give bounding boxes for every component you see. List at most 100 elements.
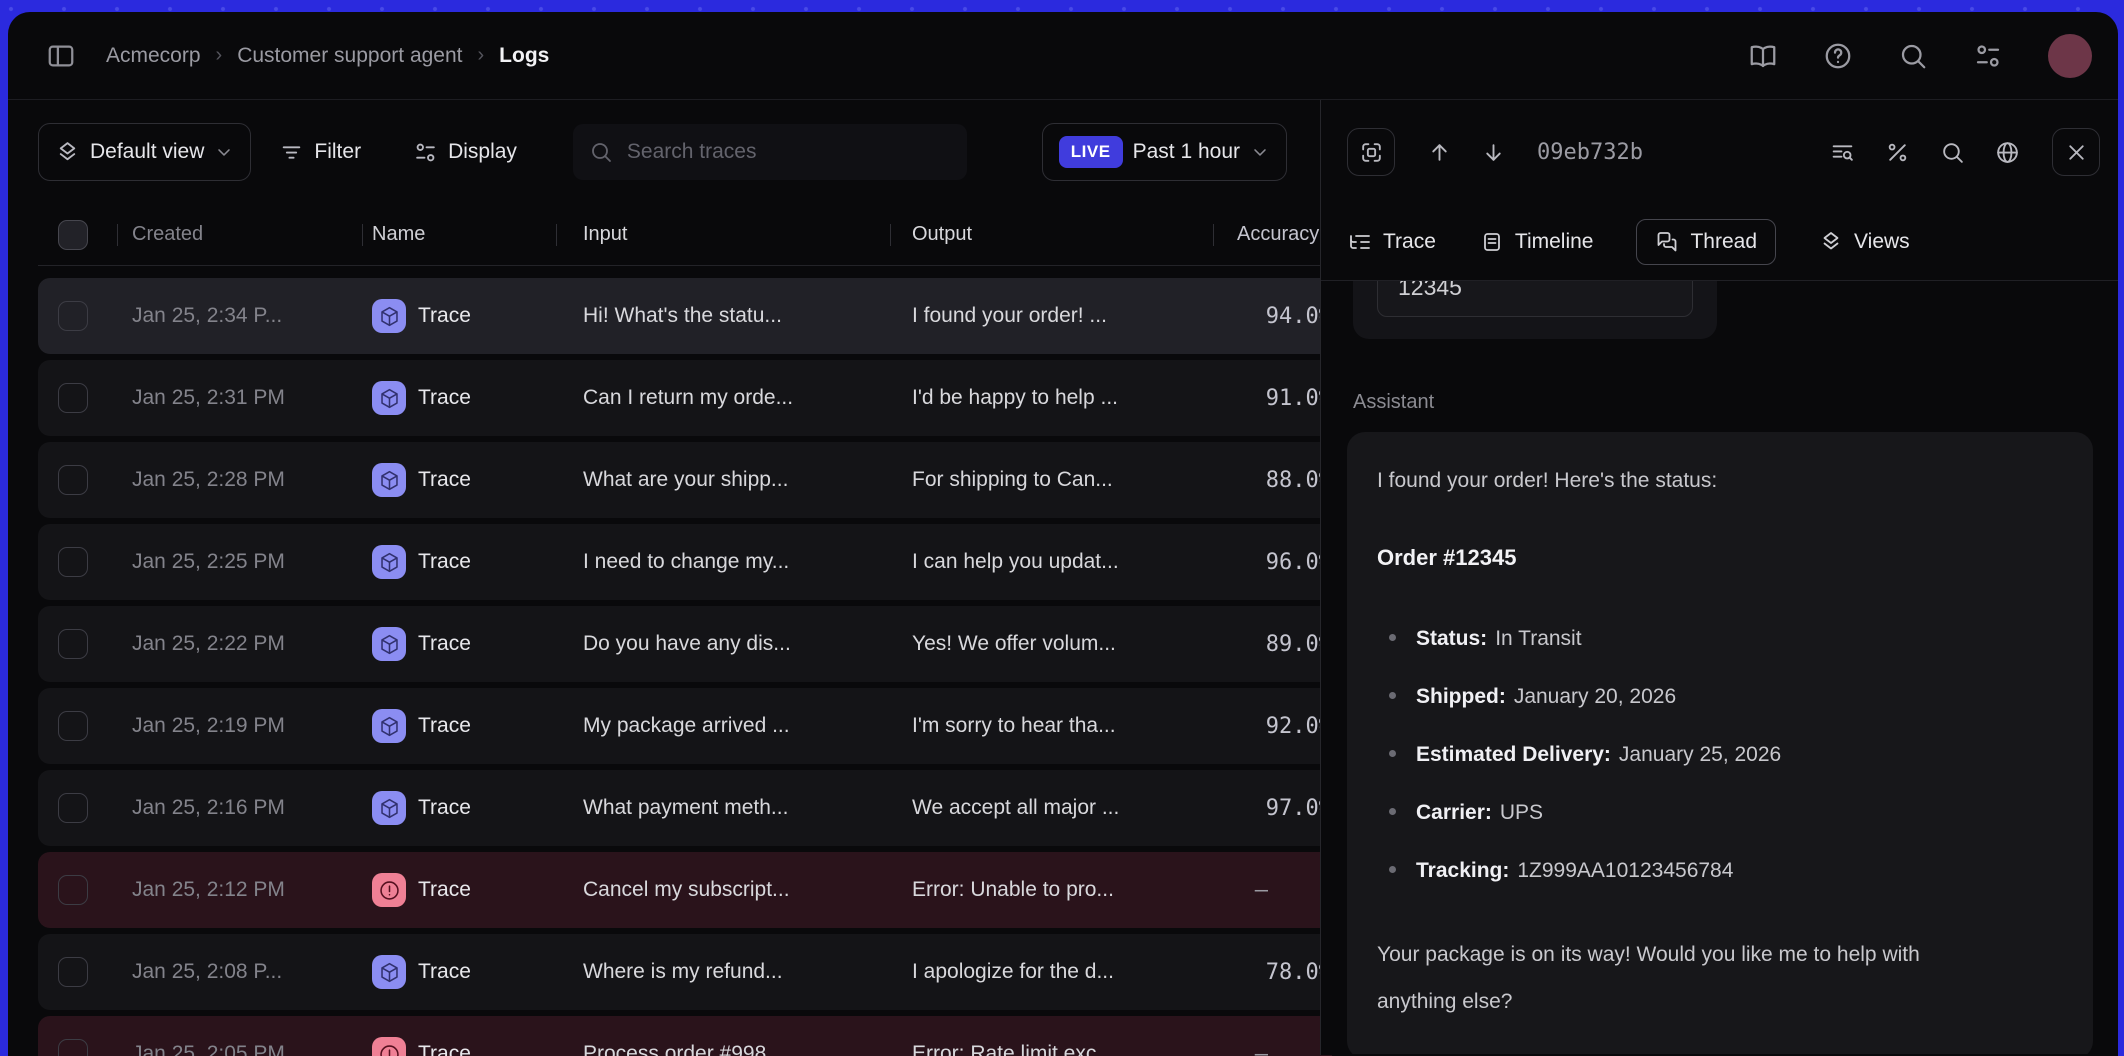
book-icon[interactable] xyxy=(1748,41,1778,71)
main-area: Default view Filter Display LIVE Past 1 … xyxy=(8,100,2118,1055)
column-header-output[interactable]: Output xyxy=(890,204,1213,265)
row-input: Process order #998 xyxy=(556,1042,890,1056)
row-input: What are your shipp... xyxy=(556,468,890,492)
row-accuracy: – xyxy=(1213,878,1332,903)
globe-icon[interactable] xyxy=(1995,140,2020,165)
trace-type-icon xyxy=(372,627,406,661)
select-all-checkbox[interactable] xyxy=(58,220,88,250)
trace-type-icon xyxy=(372,381,406,415)
breadcrumb: Acmecorp›Customer support agent›Logs xyxy=(106,44,549,68)
table-row[interactable]: Jan 25, 2:31 PM Trace Can I return my or… xyxy=(38,360,1332,436)
row-name: Trace xyxy=(418,960,471,984)
close-panel-button[interactable] xyxy=(2052,128,2100,176)
row-checkbox[interactable] xyxy=(58,1039,88,1056)
row-input: What payment meth... xyxy=(556,796,890,820)
row-accuracy: 88.0% xyxy=(1213,468,1332,493)
search-traces-input[interactable] xyxy=(625,139,951,165)
next-trace-button[interactable] xyxy=(1471,130,1515,174)
tab-thread[interactable]: Thread xyxy=(1636,219,1776,265)
breadcrumb-item[interactable]: Logs xyxy=(499,44,549,68)
assistant-intro-text: I found your order! Here's the status: xyxy=(1377,464,2063,497)
row-checkbox[interactable] xyxy=(58,383,88,413)
app-window: Acmecorp›Customer support agent›Logs Def… xyxy=(8,12,2118,1056)
row-accuracy: 97.0% xyxy=(1213,796,1332,821)
row-name: Trace xyxy=(418,878,471,902)
settings-icon[interactable] xyxy=(1973,41,2003,71)
view-selector-button[interactable]: Default view xyxy=(38,123,251,181)
tab-views[interactable]: Views xyxy=(1818,219,1911,265)
row-checkbox[interactable] xyxy=(58,793,88,823)
expand-panel-button[interactable] xyxy=(1347,128,1395,176)
help-icon[interactable] xyxy=(1823,41,1853,71)
tab-trace[interactable]: Trace xyxy=(1347,219,1437,265)
row-name: Trace xyxy=(418,386,471,410)
user-field-value: 12345 xyxy=(1377,281,1693,317)
column-header-name[interactable]: Name xyxy=(362,204,556,265)
panel-tabs: Trace Timeline Thread Views xyxy=(1321,204,2118,281)
row-accuracy: 78.0% xyxy=(1213,960,1332,985)
assistant-outro-text: Your package is on its way! Would you li… xyxy=(1377,931,1952,1025)
view-selector-label: Default view xyxy=(90,140,204,164)
table-row[interactable]: Jan 25, 2:22 PM Trace Do you have any di… xyxy=(38,606,1332,682)
search-icon[interactable] xyxy=(1940,140,1965,165)
logs-toolbar: Default view Filter Display LIVE Past 1 … xyxy=(8,100,1320,204)
table-row[interactable]: Jan 25, 2:34 P... Trace Hi! What's the s… xyxy=(38,278,1332,354)
table-row[interactable]: Jan 25, 2:25 PM Trace I need to change m… xyxy=(38,524,1332,600)
trace-type-icon xyxy=(372,791,406,825)
row-accuracy: 91.0% xyxy=(1213,386,1332,411)
close-icon xyxy=(2064,140,2089,165)
error-icon xyxy=(372,1037,406,1056)
filter-button[interactable]: Filter xyxy=(265,123,385,181)
column-header-created[interactable]: Created xyxy=(117,204,362,265)
order-detail-item: Shipped:January 20, 2026 xyxy=(1377,680,2063,713)
percent-icon[interactable] xyxy=(1885,140,1910,165)
order-detail-item: Estimated Delivery:January 25, 2026 xyxy=(1377,738,2063,771)
table-row[interactable]: Jan 25, 2:05 PM Trace Process order #998… xyxy=(38,1016,1332,1056)
row-input: Can I return my orde... xyxy=(556,386,890,410)
row-input: My package arrived ... xyxy=(556,714,890,738)
row-checkbox[interactable] xyxy=(58,875,88,905)
column-header-accuracy[interactable]: Accuracy xyxy=(1213,204,1332,265)
table-row[interactable]: Jan 25, 2:16 PM Trace What payment meth.… xyxy=(38,770,1332,846)
table-row[interactable]: Jan 25, 2:08 P... Trace Where is my refu… xyxy=(38,934,1332,1010)
bullet-dot xyxy=(1389,808,1396,815)
sidebar-toggle-icon[interactable] xyxy=(46,41,76,71)
row-checkbox[interactable] xyxy=(58,301,88,331)
row-name: Trace xyxy=(418,714,471,738)
row-name: Trace xyxy=(418,796,471,820)
chevron-down-icon xyxy=(214,142,234,162)
row-input: I need to change my... xyxy=(556,550,890,574)
row-output: I'm sorry to hear tha... xyxy=(890,714,1213,738)
row-created: Jan 25, 2:22 PM xyxy=(117,632,362,656)
column-header-input[interactable]: Input xyxy=(556,204,890,265)
list-search-icon[interactable] xyxy=(1830,140,1855,165)
table-row[interactable]: Jan 25, 2:19 PM Trace My package arrived… xyxy=(38,688,1332,764)
focus-icon xyxy=(1359,140,1384,165)
row-created: Jan 25, 2:25 PM xyxy=(117,550,362,574)
table-header-row: Created Name Input Output Accuracy xyxy=(38,204,1332,266)
table-row[interactable]: Jan 25, 2:12 PM Trace Cancel my subscrip… xyxy=(38,852,1332,928)
row-checkbox[interactable] xyxy=(58,957,88,987)
row-accuracy: 94.0% xyxy=(1213,304,1332,329)
breadcrumb-item[interactable]: Customer support agent xyxy=(237,44,462,68)
breadcrumb-item[interactable]: Acmecorp xyxy=(106,44,201,68)
row-input: Cancel my subscript... xyxy=(556,878,890,902)
row-checkbox[interactable] xyxy=(58,629,88,659)
error-icon xyxy=(372,873,406,907)
previous-trace-button[interactable] xyxy=(1417,130,1461,174)
panel-actions xyxy=(1830,128,2100,176)
row-created: Jan 25, 2:28 PM xyxy=(117,468,362,492)
row-output: I apologize for the d... xyxy=(890,960,1213,984)
row-checkbox[interactable] xyxy=(58,547,88,577)
tab-timeline[interactable]: Timeline xyxy=(1479,219,1595,265)
assistant-role-label: Assistant xyxy=(1353,391,2092,414)
row-checkbox[interactable] xyxy=(58,711,88,741)
row-output: For shipping to Can... xyxy=(890,468,1213,492)
table-row[interactable]: Jan 25, 2:28 PM Trace What are your ship… xyxy=(38,442,1332,518)
search-icon[interactable] xyxy=(1898,41,1928,71)
display-button[interactable]: Display xyxy=(399,123,541,181)
timeline-icon xyxy=(1480,230,1504,254)
avatar[interactable] xyxy=(2048,34,2092,78)
time-range-button[interactable]: LIVE Past 1 hour xyxy=(1042,123,1287,181)
row-checkbox[interactable] xyxy=(58,465,88,495)
